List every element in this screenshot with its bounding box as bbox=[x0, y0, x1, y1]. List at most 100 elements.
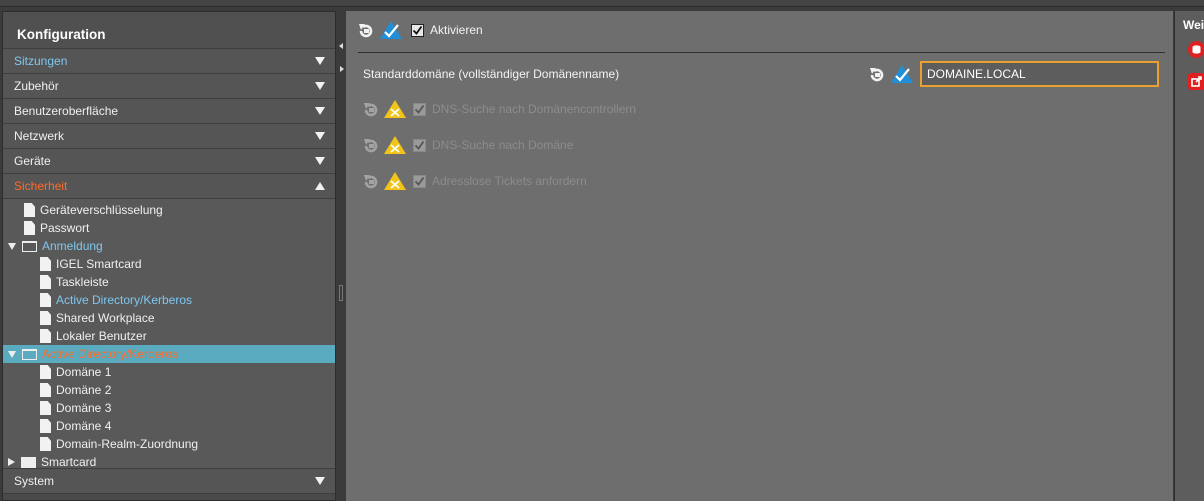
page-icon bbox=[40, 311, 51, 325]
reset-icon[interactable] bbox=[358, 22, 375, 39]
tree-item-domaene-2[interactable]: Domäne 2 bbox=[3, 381, 335, 399]
panel-footer bbox=[3, 494, 335, 500]
chevron-up-icon bbox=[315, 182, 325, 190]
chevron-down-icon bbox=[315, 157, 325, 165]
section-system[interactable]: System bbox=[3, 469, 335, 494]
chevron-down-icon bbox=[315, 477, 325, 485]
page-icon bbox=[40, 383, 51, 397]
page-icon bbox=[40, 401, 51, 415]
option-label: Adresslose Tickets anfordern bbox=[432, 174, 587, 188]
page-icon bbox=[24, 203, 35, 217]
section-label: Zubehör bbox=[14, 79, 59, 93]
collapse-left-icon[interactable] bbox=[339, 43, 343, 49]
section-netzwerk[interactable]: Netzwerk bbox=[3, 124, 335, 149]
caret-down-icon[interactable] bbox=[8, 350, 16, 358]
folder-open-icon bbox=[22, 240, 37, 252]
tree-item-label: Domäne 2 bbox=[56, 383, 112, 397]
folder-closed-icon bbox=[21, 456, 36, 468]
tree-item-label: Lokaler Benutzer bbox=[56, 329, 147, 343]
tree-item-domaene-4[interactable]: Domäne 4 bbox=[3, 417, 335, 435]
activate-checkbox[interactable] bbox=[411, 23, 424, 37]
expand-right-icon[interactable] bbox=[340, 66, 344, 72]
dns-domain-checkbox bbox=[413, 138, 426, 152]
tree-item-taskleiste[interactable]: Taskleiste bbox=[3, 273, 335, 291]
tree-item-igel-smartcard[interactable]: IGEL Smartcard bbox=[3, 255, 335, 273]
tree-item-active-directory-login[interactable]: Active Directory/Kerberos bbox=[3, 291, 335, 309]
reset-icon[interactable] bbox=[869, 66, 886, 83]
default-domain-row: Standarddomäne (vollständiger Domänennam… bbox=[363, 61, 1160, 87]
section-system-wrapper: System bbox=[3, 468, 335, 494]
section-benutzeroberflaeche[interactable]: Benutzeroberfläche bbox=[3, 99, 335, 124]
activate-label: Aktivieren bbox=[430, 23, 483, 37]
option-label: DNS-Suche nach Domänencontrollern bbox=[432, 102, 637, 116]
page-icon bbox=[40, 293, 51, 307]
status-ok-icon bbox=[379, 20, 403, 40]
settings-panel: Aktivieren Standarddomäne (vollständiger… bbox=[346, 11, 1173, 501]
tree-item-label: Passwort bbox=[40, 221, 90, 235]
section-label: Geräte bbox=[14, 154, 51, 168]
option-label: DNS-Suche nach Domäne bbox=[432, 138, 574, 152]
top-toolbar bbox=[0, 0, 1204, 7]
section-sicherheit[interactable]: Sicherheit bbox=[3, 174, 335, 199]
warning-icon bbox=[383, 171, 407, 191]
tree-item-label: Domäne 3 bbox=[56, 401, 112, 415]
activate-row: Aktivieren bbox=[358, 20, 483, 40]
reset-icon bbox=[363, 137, 380, 154]
tree-item-geraeteverschluesselung[interactable]: Geräteverschlüsselung bbox=[3, 201, 335, 219]
chevron-down-icon bbox=[315, 57, 325, 65]
tree-item-label: Domain-Realm-Zuordnung bbox=[56, 437, 199, 451]
dns-dc-checkbox bbox=[413, 102, 426, 116]
right-panel: Weitere bbox=[1174, 11, 1204, 501]
tree-item-label: Anmeldung bbox=[42, 239, 103, 253]
chevron-down-icon bbox=[315, 107, 325, 115]
page-icon bbox=[24, 221, 35, 235]
option-dns-dc-row: DNS-Suche nach Domänencontrollern bbox=[363, 98, 636, 120]
page-icon bbox=[40, 419, 51, 433]
default-domain-input[interactable] bbox=[920, 61, 1159, 87]
caret-right-icon[interactable] bbox=[8, 458, 15, 466]
tree-item-lokaler-benutzer[interactable]: Lokaler Benutzer bbox=[3, 327, 335, 345]
tree-item-domaene-3[interactable]: Domäne 3 bbox=[3, 399, 335, 417]
external-link-icon[interactable] bbox=[1188, 73, 1204, 90]
section-label: Sitzungen bbox=[14, 54, 68, 68]
tree-item-label: Domäne 1 bbox=[56, 365, 112, 379]
tree-item-anmeldung[interactable]: Anmeldung bbox=[3, 237, 335, 255]
section-label: System bbox=[14, 474, 55, 488]
section-sitzungen[interactable]: Sitzungen bbox=[3, 49, 335, 74]
section-label: Sicherheit bbox=[14, 179, 68, 193]
option-dns-domain-row: DNS-Suche nach Domäne bbox=[363, 134, 573, 156]
splitter-grip[interactable] bbox=[339, 285, 343, 301]
tree-item-label: Smartcard bbox=[41, 455, 97, 469]
addressless-tickets-checkbox bbox=[413, 174, 426, 188]
default-domain-label: Standarddomäne (vollständiger Domänennam… bbox=[363, 67, 620, 81]
caret-down-icon[interactable] bbox=[8, 242, 16, 250]
tree-item-shared-workplace[interactable]: Shared Workplace bbox=[3, 309, 335, 327]
tree-item-label: Shared Workplace bbox=[56, 311, 155, 325]
chevron-down-icon bbox=[315, 132, 325, 140]
panel-splitter[interactable] bbox=[337, 11, 346, 501]
tree-item-domaene-1[interactable]: Domäne 1 bbox=[3, 363, 335, 381]
section-geraete[interactable]: Geräte bbox=[3, 149, 335, 174]
warning-icon bbox=[383, 135, 407, 155]
page-icon bbox=[40, 275, 51, 289]
tree-item-label: Taskleiste bbox=[56, 275, 109, 289]
folder-open-icon bbox=[22, 348, 37, 360]
security-tree: Geräteverschlüsselung Passwort Anmeldung… bbox=[3, 199, 335, 471]
page-icon bbox=[40, 257, 51, 271]
database-icon[interactable] bbox=[1188, 41, 1204, 58]
right-panel-title: Weitere bbox=[1183, 18, 1204, 32]
warning-icon bbox=[383, 99, 407, 119]
page-icon bbox=[40, 437, 51, 451]
tree-item-active-directory-kerberos[interactable]: Active Directory/Kerberos bbox=[3, 345, 335, 363]
tree-item-domain-realm-zuordnung[interactable]: Domain-Realm-Zuordnung bbox=[3, 435, 335, 453]
section-label: Benutzeroberfläche bbox=[14, 104, 119, 118]
panel-title: Konfiguration bbox=[3, 12, 335, 49]
page-icon bbox=[40, 365, 51, 379]
tree-item-passwort[interactable]: Passwort bbox=[3, 219, 335, 237]
section-zubehoer[interactable]: Zubehör bbox=[3, 74, 335, 99]
chevron-down-icon bbox=[315, 82, 325, 90]
reset-icon bbox=[363, 101, 380, 118]
tree-item-label: Domäne 4 bbox=[56, 419, 112, 433]
tree-item-label: Geräteverschlüsselung bbox=[40, 203, 163, 217]
option-addressless-tickets-row: Adresslose Tickets anfordern bbox=[363, 170, 587, 192]
